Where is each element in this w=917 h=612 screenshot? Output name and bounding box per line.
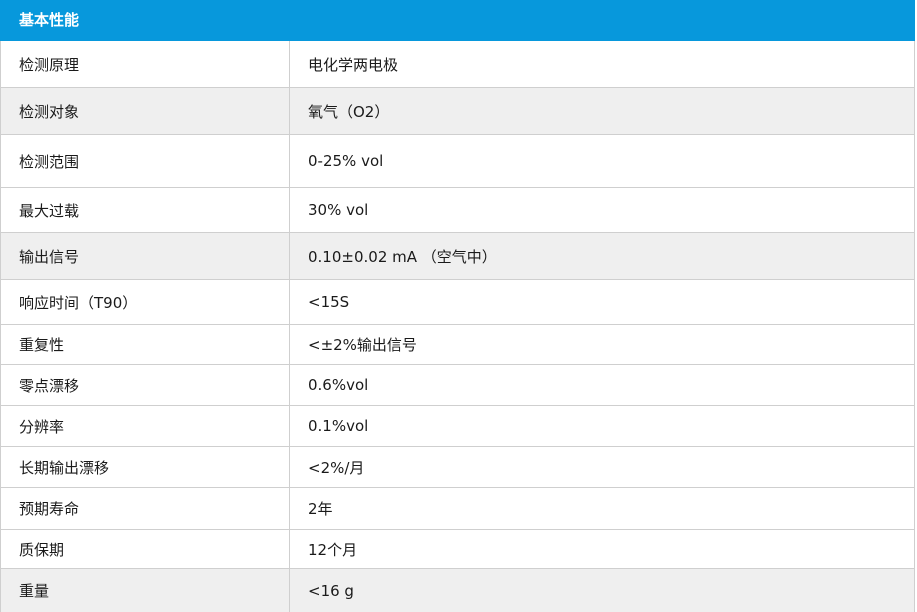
row-label: 重复性 — [1, 325, 290, 364]
row-value: <15S — [308, 293, 350, 311]
row-label: 重量 — [1, 569, 290, 612]
row-label: 预期寿命 — [1, 488, 290, 529]
table-row: 质保期 12个月 — [1, 530, 914, 569]
row-label: 质保期 — [1, 530, 290, 568]
row-value: 12个月 — [308, 540, 358, 559]
table-row: 检测对象 氧气（O2） — [1, 88, 914, 135]
section-header: 基本性能 — [0, 0, 915, 41]
table-row: 检测原理 电化学两电极 — [1, 41, 914, 88]
row-value: 氧气（O2） — [308, 102, 390, 121]
spec-table: 基本性能 检测原理 电化学两电极 检测对象 氧气（O2） 检测范围 0-25% … — [0, 0, 915, 612]
table-row: 检测范围 0-25% vol — [1, 135, 914, 188]
row-label: 响应时间（T90） — [1, 280, 290, 324]
row-value: 电化学两电极 — [308, 55, 399, 74]
row-value: <2%/月 — [308, 458, 365, 477]
table-row: 重复性 <±2%输出信号 — [1, 325, 914, 365]
table-row: 长期输出漂移 <2%/月 — [1, 447, 914, 488]
row-label: 分辨率 — [1, 406, 290, 446]
table-row: 零点漂移 0.6%vol — [1, 365, 914, 406]
table-row: 重量 <16 g — [1, 569, 914, 612]
row-value: 0.6%vol — [308, 376, 369, 394]
row-value: 0-25% vol — [308, 152, 384, 170]
row-value: <16 g — [308, 581, 354, 600]
row-value: 0.10±0.02 mA （空气中） — [308, 247, 497, 266]
row-label: 检测对象 — [1, 88, 290, 134]
row-value: 2年 — [308, 500, 333, 518]
row-value: 30% vol — [308, 201, 369, 219]
spec-rows: 检测原理 电化学两电极 检测对象 氧气（O2） 检测范围 0-25% vol 最… — [0, 41, 915, 612]
row-label: 长期输出漂移 — [1, 447, 290, 487]
table-row: 分辨率 0.1%vol — [1, 406, 914, 447]
row-value: 0.1%vol — [308, 417, 369, 435]
table-row: 最大过载 30% vol — [1, 188, 914, 233]
row-value: <±2%输出信号 — [308, 336, 417, 354]
row-label: 最大过载 — [1, 188, 290, 232]
table-row: 预期寿命 2年 — [1, 488, 914, 530]
row-label: 零点漂移 — [1, 365, 290, 405]
table-row: 输出信号 0.10±0.02 mA （空气中） — [1, 233, 914, 280]
row-label: 检测范围 — [1, 135, 290, 187]
row-label: 检测原理 — [1, 41, 290, 87]
row-label: 输出信号 — [1, 233, 290, 279]
section-title: 基本性能 — [19, 11, 80, 29]
table-row: 响应时间（T90） <15S — [1, 280, 914, 325]
